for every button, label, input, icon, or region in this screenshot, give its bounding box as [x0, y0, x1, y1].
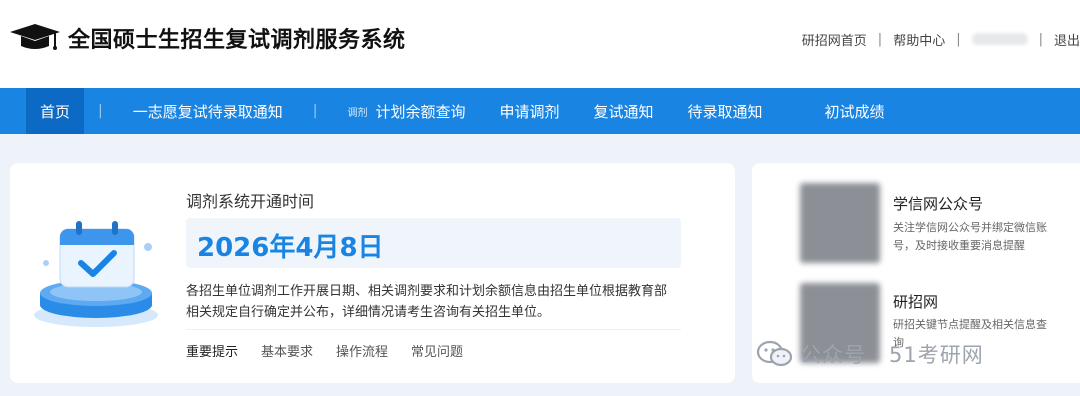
help-center-link[interactable]: 帮助中心 — [893, 30, 945, 49]
nav-home[interactable]: 首页 — [26, 88, 84, 134]
chsi-qrcode — [800, 183, 880, 263]
watermark-text: 公众号 · 51考研网 — [800, 343, 984, 367]
username-redacted[interactable] — [971, 33, 1028, 45]
faq-link[interactable]: 常见问题 — [411, 341, 463, 360]
card-divider — [186, 329, 681, 330]
site-title: 全国硕士生招生复试调剂服务系统 — [68, 28, 406, 53]
nav-apply-adjust[interactable]: 申请调剂 — [499, 88, 559, 134]
adjust-open-card: 调剂系统开通时间 2026年4月8日 各招生单位调剂工作开展日期、相关调剂要求和… — [10, 163, 735, 383]
top-header: 全国硕士生招生复试调剂服务系统 研招网首页 | 帮助中心 | | 退出 — [0, 0, 1080, 88]
logout-link[interactable]: 退出 — [1054, 30, 1080, 49]
graduation-cap-icon — [10, 24, 60, 50]
basic-requirements-link[interactable]: 基本要求 — [261, 341, 313, 360]
nav-plan-balance[interactable]: 计划余额查询 — [375, 88, 465, 134]
process-link[interactable]: 操作流程 — [336, 341, 388, 360]
watermark: 公众号 · 51考研网 — [756, 339, 984, 369]
nav-initial-score[interactable]: 初试成绩 — [825, 88, 885, 134]
yanzhao-home-link[interactable]: 研招网首页 — [802, 30, 867, 49]
nav-admission-notice[interactable]: 待录取通知 — [688, 88, 763, 134]
link-divider: | — [1038, 31, 1043, 47]
nav-first-choice-notice[interactable]: 一志愿复试待录取通知 — [133, 88, 283, 134]
chsi-account-title: 学信网公众号 — [893, 195, 984, 213]
notice-text: 各招生单位调剂工作开展日期、相关调剂要求和计划余额信息由招生单位根据教育部 相关… — [186, 281, 686, 323]
nav-divider: | — [312, 103, 318, 119]
link-divider: | — [956, 31, 961, 47]
chsi-account-desc: 关注学信网公众号并绑定微信账号，及时接收重要消息提醒 — [893, 221, 1047, 252]
calendar-check-icon — [34, 221, 158, 327]
nav-divider: | — [98, 103, 103, 119]
open-date-box: 2026年4月8日 — [186, 218, 681, 268]
yanzhao-title: 研招网 — [893, 293, 939, 311]
link-divider: | — [877, 31, 883, 47]
open-time-label: 调剂系统开通时间 — [186, 192, 315, 211]
main-nav: 首页 | 一志愿复试待录取通知 | 调剂 计划余额查询 申请调剂 复试通知 待录… — [0, 88, 1080, 134]
notice-line-2: 相关规定自行确定并公布，详细情况请考生咨询有关招生单位。 — [186, 305, 551, 320]
top-links: 研招网首页 | 帮助中心 | | 退出 — [802, 29, 1080, 49]
open-date: 2026年4月8日 — [197, 233, 384, 263]
card-links: 重要提示 基本要求 操作流程 常见问题 — [186, 341, 486, 360]
nav-adjust-label: 调剂 — [347, 107, 368, 119]
notice-line-1: 各招生单位调剂工作开展日期、相关调剂要求和计划余额信息由招生单位根据教育部 — [186, 284, 668, 299]
important-tips-link[interactable]: 重要提示 — [186, 341, 238, 360]
wechat-icon — [756, 340, 793, 367]
nav-retest-notice[interactable]: 复试通知 — [593, 88, 653, 134]
